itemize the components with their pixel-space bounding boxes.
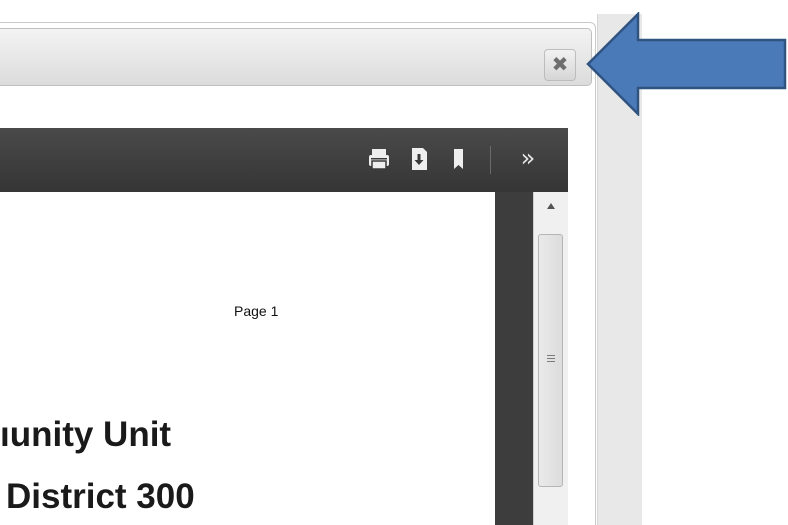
dialog-titlebar: ✖	[0, 28, 592, 86]
print-button[interactable]	[364, 144, 394, 174]
arrow-left-icon	[586, 12, 787, 116]
document-heading-line-2: District 300	[6, 477, 195, 516]
bookmark-button[interactable]	[444, 144, 474, 174]
toolbar-separator	[490, 146, 491, 174]
page-number-label: Page 1	[234, 303, 279, 319]
screenshot-page: ✖ » Page 1 ıunity Unit District 300	[0, 0, 788, 525]
document-heading-line-1: ıunity Unit	[0, 415, 172, 454]
scroll-thumb[interactable]	[538, 234, 563, 487]
more-tools-button[interactable]: »	[512, 142, 544, 176]
viewer-toolbar: »	[0, 128, 568, 192]
download-icon	[412, 148, 427, 170]
close-icon: ✖	[551, 52, 569, 76]
printer-icon	[369, 149, 389, 170]
triangle-up-icon	[547, 203, 555, 209]
close-button[interactable]: ✖	[544, 49, 576, 81]
document-page: Page 1 ıunity Unit District 300	[0, 192, 495, 525]
pdf-viewer: » Page 1 ıunity Unit District 300	[0, 128, 568, 525]
download-button[interactable]	[404, 144, 434, 174]
vertical-scrollbar[interactable]	[533, 192, 568, 525]
viewer-scroll-column	[495, 192, 568, 525]
grip-icon	[547, 355, 555, 365]
double-chevron-right-icon: »	[520, 144, 536, 172]
scroll-up-button[interactable]	[534, 198, 568, 214]
page-top-edge	[0, 0, 640, 14]
bookmark-icon	[454, 149, 463, 169]
